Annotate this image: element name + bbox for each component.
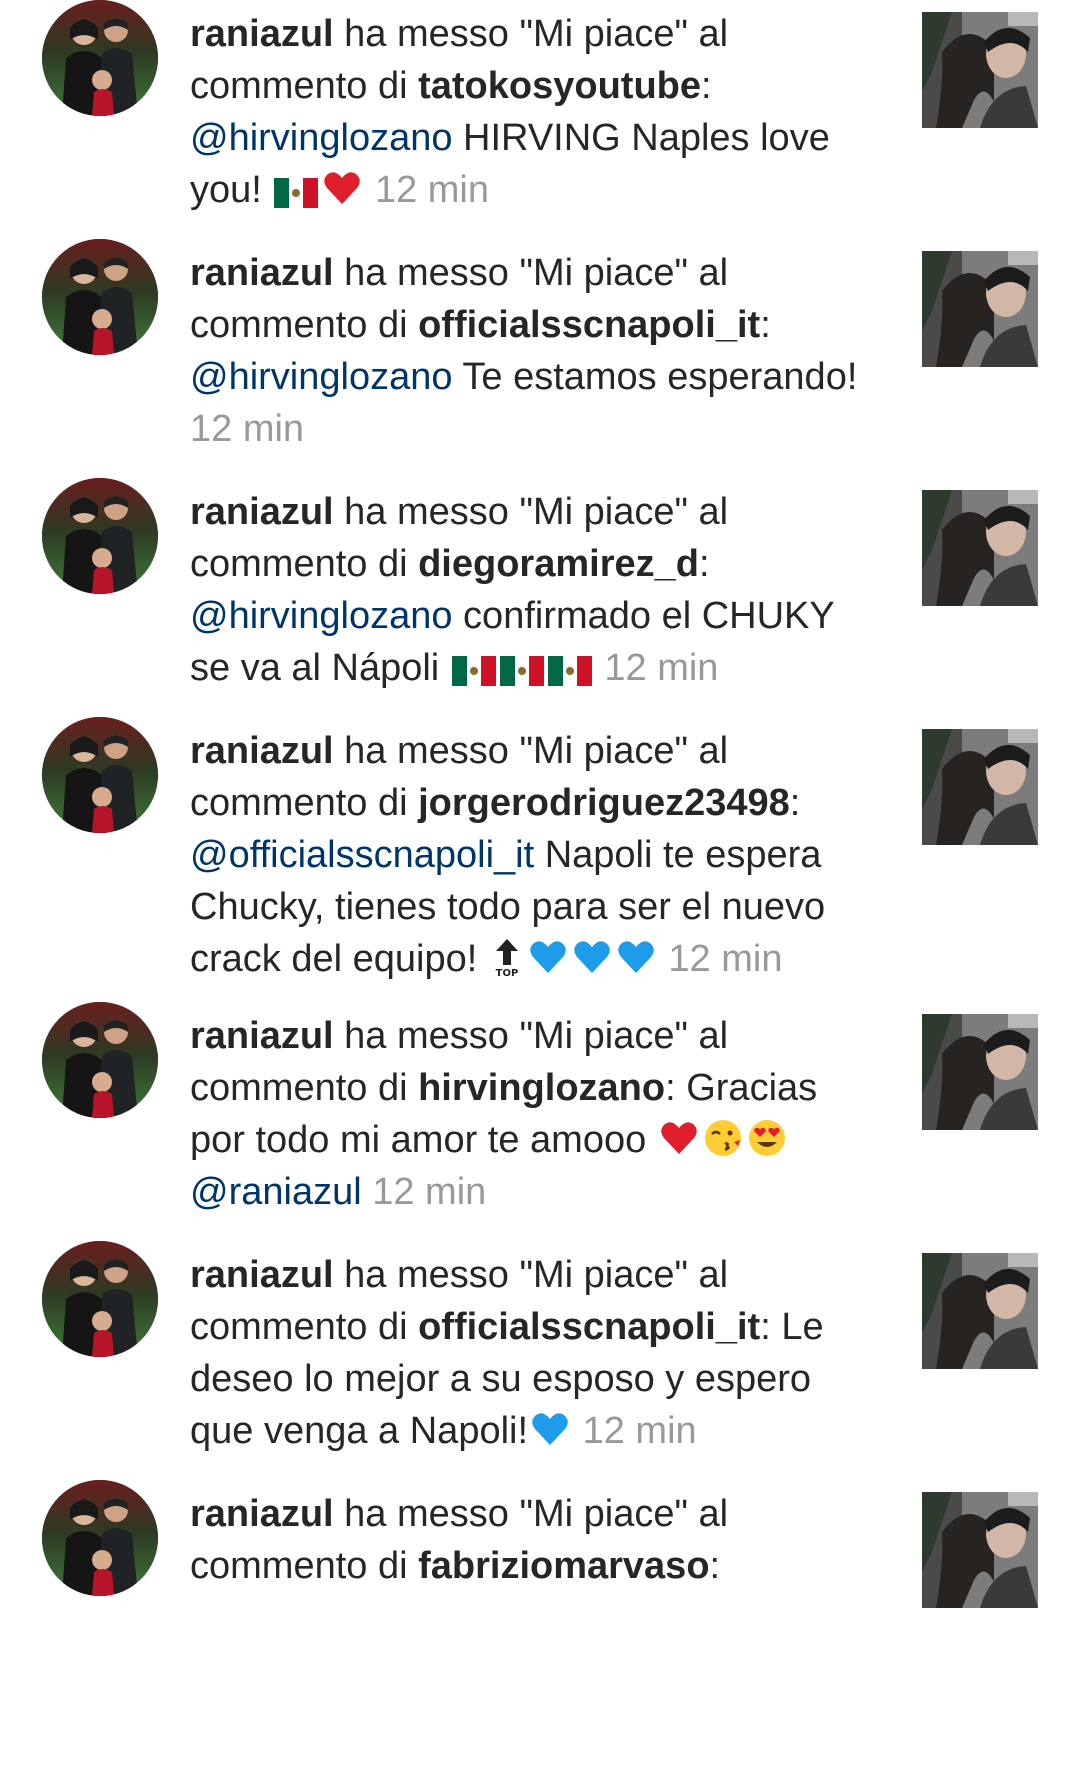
notification-text: raniazul ha messo "Mi piace" al commento… [190, 8, 870, 216]
timestamp: 12 min [374, 169, 490, 211]
actor-username[interactable]: raniazul [190, 1493, 334, 1535]
timestamp: 12 min [668, 938, 783, 980]
avatar[interactable] [42, 717, 158, 833]
post-thumbnail[interactable] [922, 1253, 1038, 1369]
heart-eyes-face-icon [747, 1118, 787, 1158]
notification-text: raniazul ha messo "Mi piace" al commento… [190, 247, 870, 455]
red-heart-icon [322, 168, 362, 208]
mention-link[interactable]: @hirvinglozano [190, 356, 453, 398]
notification-text: raniazul ha messo "Mi piace" al commento… [190, 486, 870, 694]
colon-text: : [698, 543, 710, 585]
avatar[interactable] [42, 478, 158, 594]
timestamp: 12 min [582, 1410, 697, 1452]
colon-text: : [701, 65, 712, 107]
actor-username[interactable]: raniazul [190, 1254, 334, 1296]
avatar[interactable] [42, 239, 158, 355]
svg-text:TOP: TOP [496, 968, 519, 977]
notification-text: raniazul ha messo "Mi piace" al commento… [190, 1488, 870, 1592]
post-thumbnail[interactable] [922, 1492, 1038, 1608]
actor-username[interactable]: raniazul [190, 730, 334, 772]
mention-link[interactable]: @officialsscnapoli_it [190, 834, 534, 876]
avatar[interactable] [42, 1480, 158, 1596]
colon-text: : [665, 1067, 676, 1109]
avatar[interactable] [42, 1002, 158, 1118]
target-username[interactable]: tatokosyoutube [418, 65, 701, 107]
flag-mexico-icon [499, 656, 544, 686]
blue-heart-icon [616, 937, 656, 977]
colon-text: : [760, 304, 771, 346]
mention-link[interactable]: @hirvinglozano [190, 117, 453, 159]
activity-feed[interactable]: raniazul ha messo "Mi piace" al commento… [0, 0, 1080, 1776]
colon-text: : [789, 782, 801, 824]
timestamp: 12 min [372, 1171, 487, 1213]
notification-text: raniazul ha messo "Mi piace" al commento… [190, 1249, 870, 1457]
target-username[interactable]: officialsscnapoli_it [418, 304, 760, 346]
post-thumbnail[interactable] [922, 1014, 1038, 1130]
post-thumbnail[interactable] [922, 12, 1038, 128]
target-username[interactable]: hirvinglozano [418, 1067, 665, 1109]
red-heart-icon [659, 1118, 699, 1158]
timestamp: 12 min [604, 647, 719, 689]
actor-username[interactable]: raniazul [190, 1015, 334, 1057]
flag-mexico-icon [451, 656, 496, 686]
colon-text: : [709, 1545, 721, 1587]
timestamp: 12 min [190, 408, 305, 450]
kiss-face-icon [703, 1118, 743, 1158]
target-username[interactable]: diegoramirez_d [418, 543, 699, 585]
mention-link[interactable]: @raniazul [190, 1171, 362, 1213]
actor-username[interactable]: raniazul [190, 491, 334, 533]
avatar[interactable] [42, 0, 158, 116]
blue-heart-icon [530, 1409, 570, 1449]
actor-username[interactable]: raniazul [190, 13, 334, 55]
colon-text: : [760, 1306, 771, 1348]
notification-text: raniazul ha messo "Mi piace" al commento… [190, 725, 870, 985]
post-thumbnail[interactable] [922, 729, 1038, 845]
mention-link[interactable]: @hirvinglozano [190, 595, 453, 637]
blue-heart-icon [572, 937, 612, 977]
avatar[interactable] [42, 1241, 158, 1357]
flag-mexico-icon [274, 178, 319, 208]
post-thumbnail[interactable] [922, 490, 1038, 606]
flag-mexico-icon [547, 656, 592, 686]
blue-heart-icon [528, 937, 568, 977]
actor-username[interactable]: raniazul [190, 252, 334, 294]
target-username[interactable]: jorgerodriguez23498 [418, 782, 790, 824]
notification-text: raniazul ha messo "Mi piace" al commento… [190, 1010, 870, 1218]
comment-text: Te estamos esperando! [452, 356, 858, 398]
post-thumbnail[interactable] [922, 251, 1038, 367]
target-username[interactable]: fabriziomarvaso [418, 1545, 709, 1587]
target-username[interactable]: officialsscnapoli_it [418, 1306, 760, 1348]
top-arrow-icon: TOP [490, 937, 524, 977]
